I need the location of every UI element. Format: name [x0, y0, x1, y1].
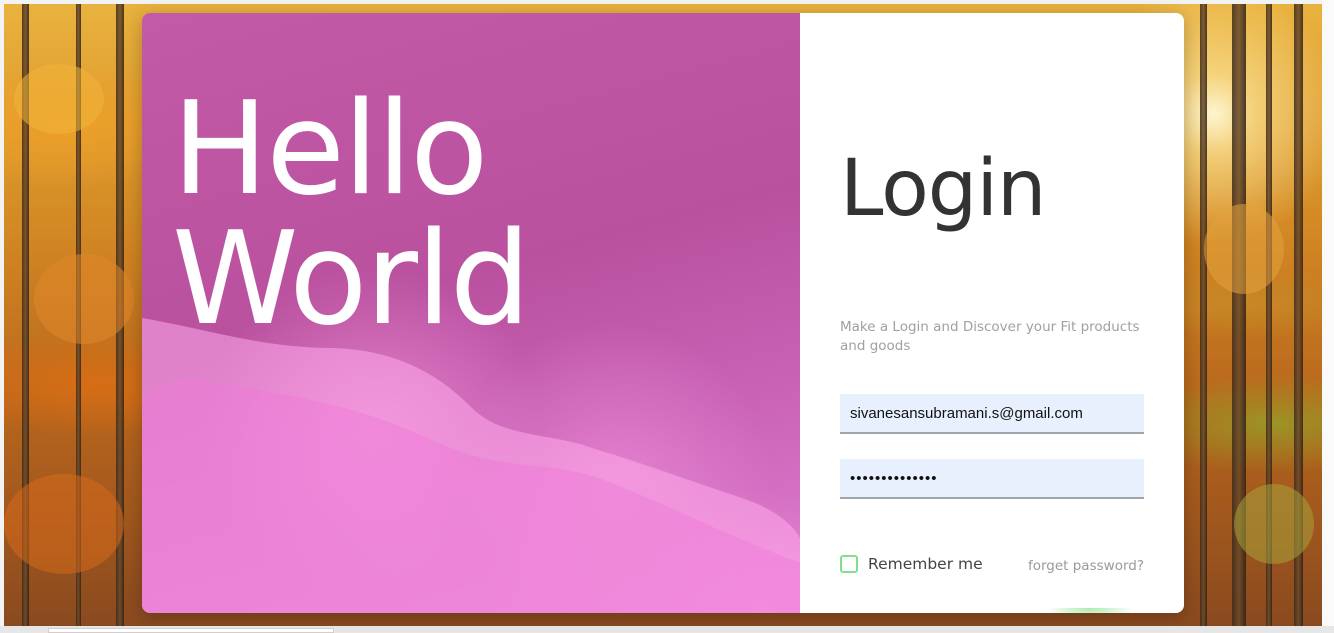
login-subtitle: Make a Login and Discover your Fit produ… — [840, 319, 1140, 354]
password-field[interactable] — [840, 459, 1144, 499]
remember-me-label: Remember me — [868, 555, 983, 573]
hero-line-1: Hello — [172, 75, 488, 224]
email-field[interactable] — [840, 394, 1144, 434]
hero-panel: Hello World — [142, 13, 800, 613]
foliage — [1204, 204, 1284, 294]
foliage — [4, 474, 124, 574]
remember-me-checkbox[interactable]: Remember me — [840, 555, 983, 573]
login-button-glow — [1046, 608, 1134, 613]
scrollbar-thumb[interactable] — [48, 628, 334, 633]
hero-line-2: World — [172, 205, 531, 354]
hero-heading: Hello World — [172, 75, 531, 354]
foliage — [14, 64, 104, 134]
login-title: Login — [840, 144, 1046, 234]
foliage — [34, 254, 134, 344]
tree-trunk — [1200, 4, 1207, 626]
forget-password-link[interactable]: forget password? — [1028, 558, 1144, 574]
checkbox-icon[interactable] — [840, 555, 858, 573]
login-card: Hello World Login Make a Login and Disco… — [142, 13, 1184, 613]
page-right-edge — [1322, 0, 1334, 626]
foliage — [1234, 484, 1314, 564]
login-panel: Login Make a Login and Discover your Fit… — [800, 13, 1184, 613]
